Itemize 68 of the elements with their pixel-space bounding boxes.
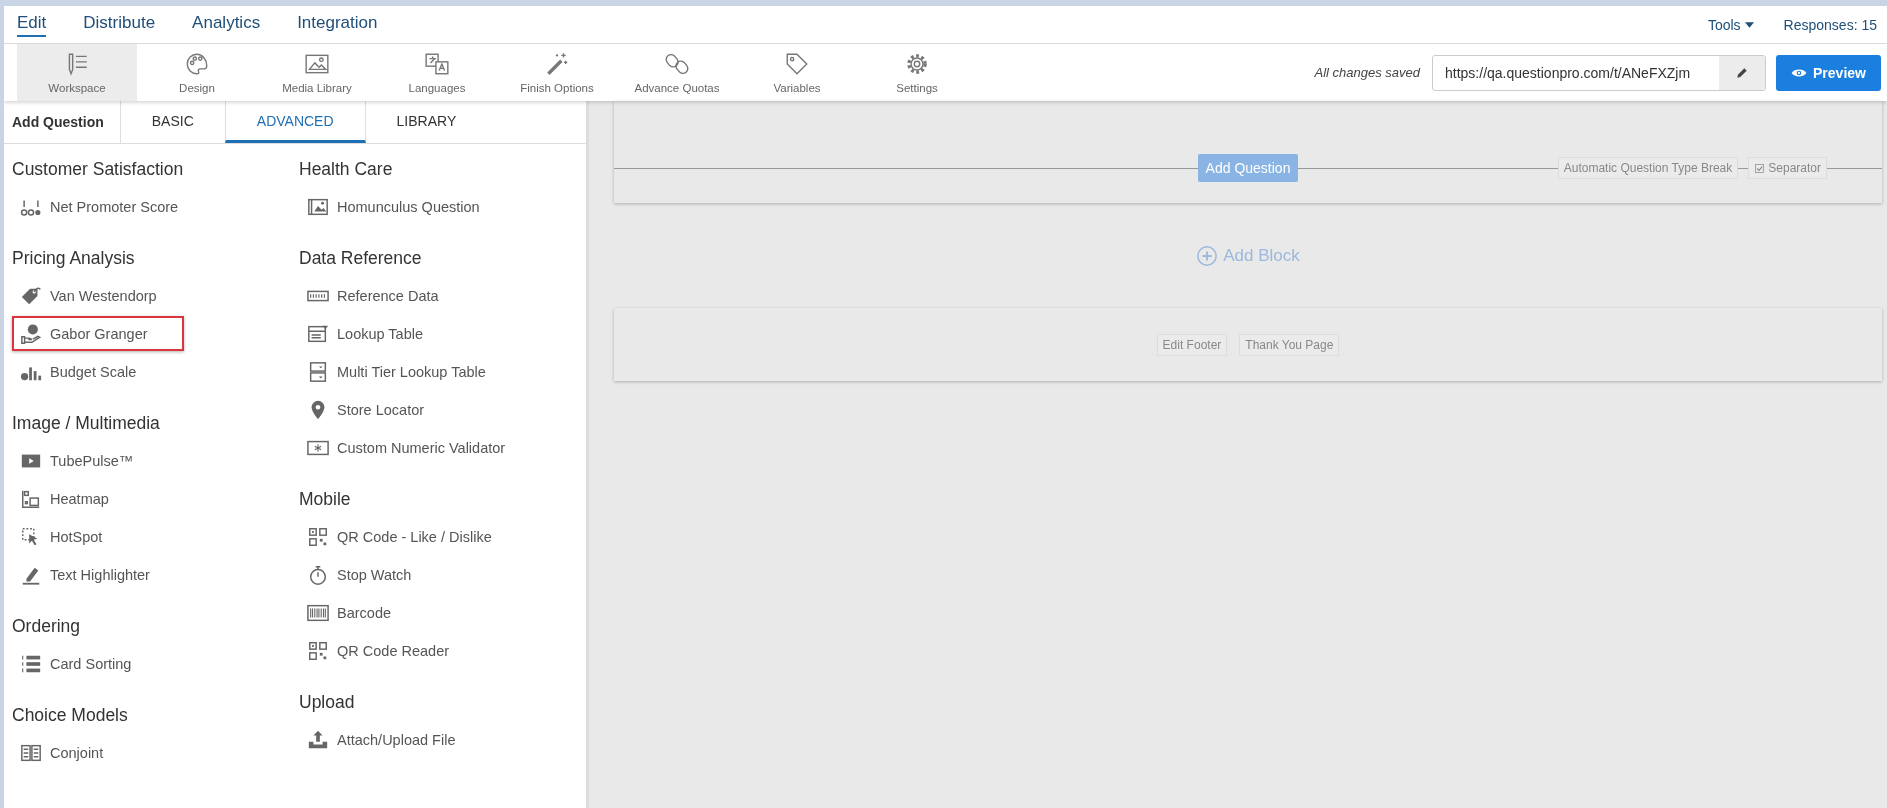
caret-icon (1744, 21, 1754, 28)
question-type-item[interactable]: Attach/Upload File (299, 722, 469, 757)
question-type-item[interactable]: QR Code Reader (299, 633, 469, 668)
question-type-item[interactable]: HotSpot (12, 519, 182, 554)
nav-tab[interactable]: Analytics (192, 12, 261, 37)
section-heading: Upload (299, 690, 356, 714)
question-type-item[interactable]: Card Sorting (12, 646, 182, 681)
question-type-item[interactable]: Multi Tier Lookup Table (299, 354, 494, 389)
section-heading: Image / Multimedia (12, 411, 161, 435)
toolbar-item[interactable]: Languages (377, 44, 497, 101)
toolbar-item[interactable]: Workspace (17, 44, 137, 101)
nav-tab[interactable]: Edit (17, 12, 47, 37)
nav-tab[interactable]: Integration (297, 12, 378, 37)
chain-link-icon (664, 51, 690, 77)
question-type-item[interactable]: Lookup Table (299, 316, 469, 351)
question-type-item[interactable]: Net Promoter Score (12, 189, 187, 224)
question-type-item[interactable]: Barcode (299, 595, 469, 630)
question-type-item[interactable]: Heatmap (12, 481, 182, 516)
edit-url-button[interactable] (1719, 55, 1765, 90)
question-type-item[interactable]: QR Code - Like / Dislike (299, 519, 500, 554)
dropdowns-icon (307, 360, 329, 383)
qr-code-icon (307, 525, 329, 548)
section-heading: Ordering (12, 614, 82, 638)
question-type-item[interactable]: Van Westendorp (12, 278, 182, 313)
nav-tab[interactable]: Distribute (83, 12, 156, 37)
palette-icon (184, 51, 210, 77)
toolbar-item[interactable]: Media Library (257, 44, 377, 101)
question-type-item[interactable]: Gabor Granger (12, 316, 184, 351)
section-heading: Customer Satisfaction (12, 157, 185, 181)
question-type-item[interactable]: Stop Watch (299, 557, 469, 592)
save-status: All changes saved (1314, 65, 1420, 80)
toolbar-item[interactable]: Design (137, 44, 257, 101)
pencil-icon (1735, 65, 1749, 80)
plus-circle-icon (1196, 244, 1219, 267)
toolbar-item[interactable]: Variables (737, 44, 857, 101)
section-heading: Health Care (299, 157, 394, 181)
question-type-item[interactable]: Conjoint (12, 735, 182, 770)
question-type-item[interactable]: Budget Scale (12, 354, 182, 389)
magic-wand-icon (544, 51, 570, 77)
section-heading: Mobile (299, 487, 352, 511)
section-heading: Pricing Analysis (12, 246, 136, 270)
translate-icon (424, 51, 450, 77)
tag-icon (784, 51, 810, 77)
question-type-item[interactable]: Custom Numeric Validator (299, 430, 514, 465)
url-field[interactable]: https://qa.questionpro.com/t/ANeFXZjm (1432, 54, 1766, 91)
section-heading: Choice Models (12, 703, 129, 727)
question-tab[interactable]: ADVANCED (224, 101, 366, 143)
question-type-item[interactable]: Homunculus Question (299, 189, 488, 224)
toolbar-item[interactable]: Settings (857, 44, 977, 101)
toolbar-item[interactable]: Finish Options (497, 44, 617, 101)
settings-icon (904, 51, 930, 77)
responses-link[interactable]: Responses: 15 (1783, 16, 1877, 33)
question-type-item[interactable]: TubePulse™ (12, 443, 182, 478)
question-tab[interactable]: BASIC (120, 101, 225, 143)
tools-menu[interactable]: Tools (1707, 16, 1754, 33)
stopwatch-icon (307, 563, 329, 586)
preview-button[interactable]: Preview (1776, 54, 1881, 91)
question-tab[interactable]: LIBRARY (365, 101, 488, 143)
question-type-item[interactable]: Store Locator (299, 392, 469, 427)
upload-icon (307, 728, 329, 751)
section-heading: Data Reference (299, 246, 423, 270)
question-type-item[interactable]: Text Highlighter (12, 557, 182, 592)
checkbox-icon (1754, 162, 1766, 174)
panel-title: Add Question (4, 101, 121, 143)
qr-code-icon (307, 639, 329, 662)
hand-coin-icon (20, 322, 42, 345)
toolbar-item[interactable]: Advance Quotas (617, 44, 737, 101)
question-type-item[interactable]: Reference Data (299, 278, 469, 313)
